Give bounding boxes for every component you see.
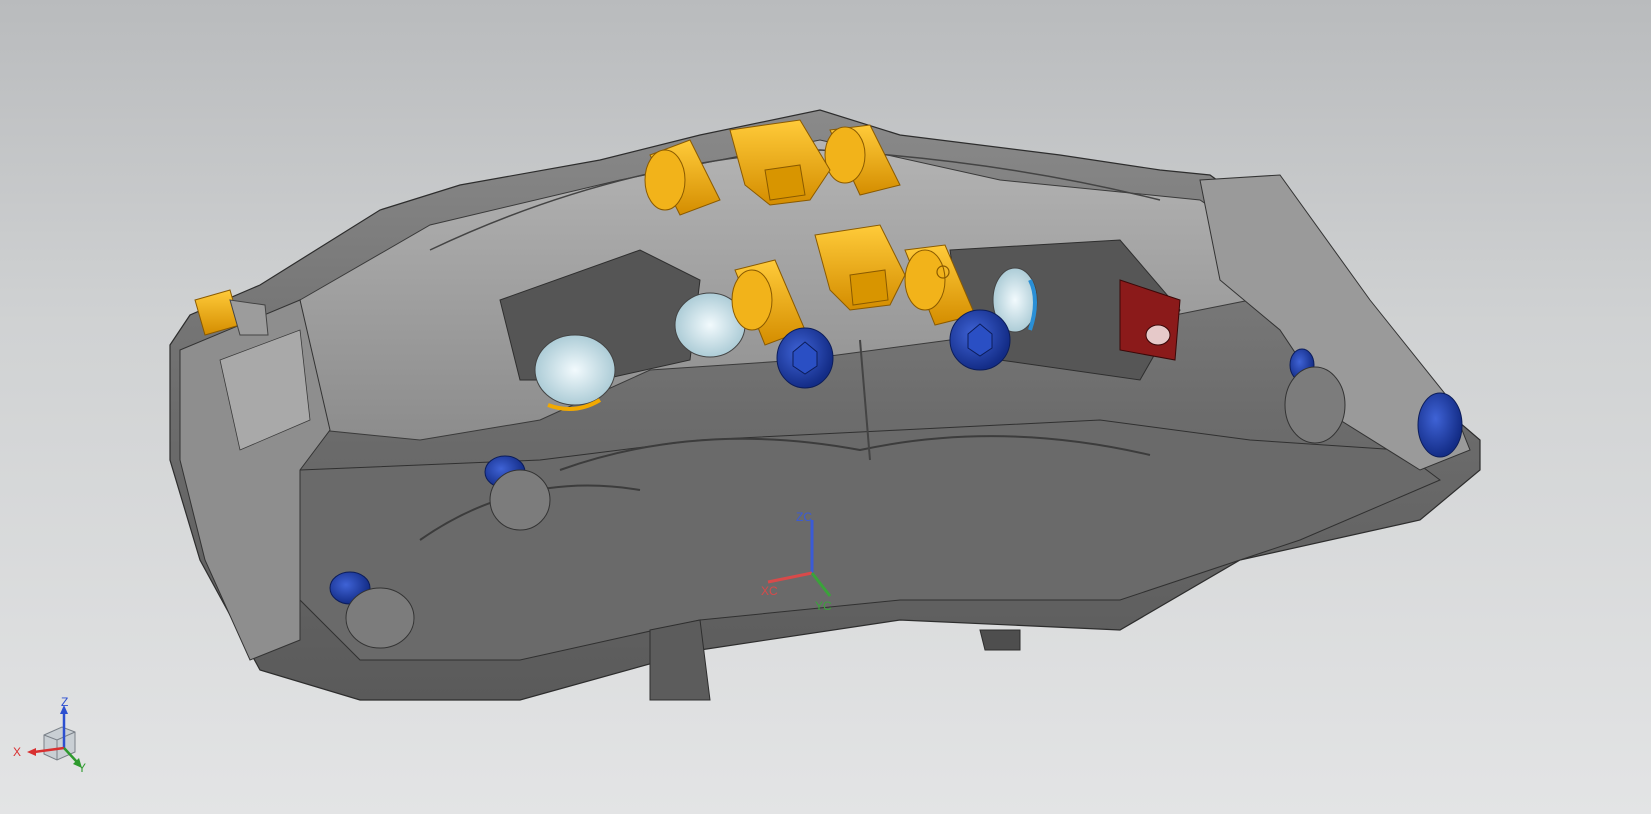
view-y-label: Y xyxy=(78,761,86,775)
mount-hole-3 xyxy=(1284,366,1346,444)
bridge-bolt-left[interactable] xyxy=(776,327,834,389)
wcs-y-label: YC xyxy=(815,599,832,613)
view-x-label: X xyxy=(13,745,21,759)
mount-bolt-4[interactable] xyxy=(1417,392,1463,458)
wcs-z-label: ZC xyxy=(796,510,812,524)
graphics-viewport[interactable]: ZC XC YC Z X Y xyxy=(0,0,1651,814)
view-z-label: Z xyxy=(61,695,68,709)
model-scene[interactable]: ZC XC YC Z X Y xyxy=(0,0,1651,814)
bridge-bolt-right[interactable] xyxy=(949,309,1011,371)
mount-hole-2 xyxy=(345,587,415,649)
mount-hole-1 xyxy=(489,469,551,531)
wcs-x-label: XC xyxy=(761,584,778,598)
view-orientation-triad[interactable]: Z X Y xyxy=(13,695,86,775)
